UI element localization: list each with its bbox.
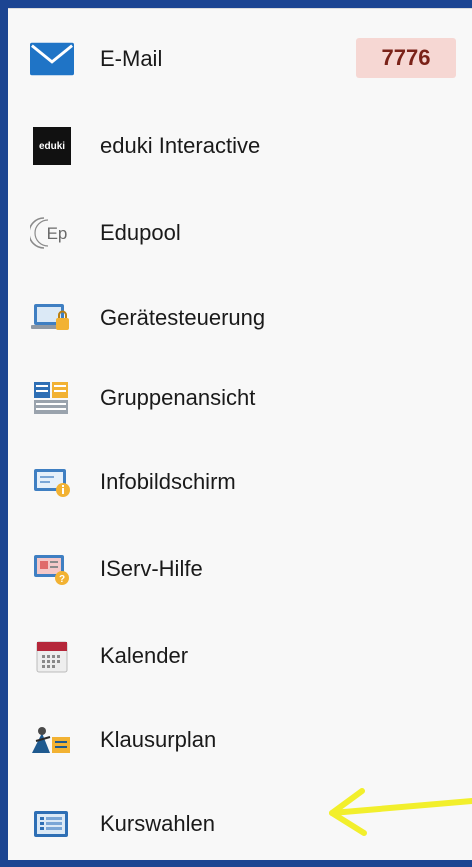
- menu-item-label: Edupool: [100, 220, 181, 245]
- menu-item-label: Klausurplan: [100, 727, 217, 752]
- menu-item-gruppenansicht[interactable]: Gruppenansicht: [8, 368, 472, 428]
- device-control-icon: [30, 296, 74, 340]
- unread-count-badge: 7776: [356, 38, 456, 78]
- exam-plan-icon: [30, 718, 74, 762]
- menu-item-label: E-Mail: [100, 46, 163, 71]
- menu-item-infobildschirm[interactable]: Infobildschirm: [8, 452, 472, 512]
- menu-item-label: Gruppenansicht: [100, 385, 256, 410]
- eduki-logo-icon: eduki: [30, 124, 74, 168]
- menu-item-kalender[interactable]: Kalender: [8, 626, 472, 686]
- mail-icon: [30, 37, 74, 81]
- edupool-logo-icon: Ep: [30, 211, 74, 255]
- help-icon: ?: [30, 547, 74, 591]
- menu-item-label: eduki Interactive: [100, 133, 261, 158]
- yellow-arrow-pointer-icon: [329, 788, 472, 836]
- menu-item-email[interactable]: E-Mail 7776: [8, 29, 472, 89]
- menu-item-label: Infobildschirm: [100, 469, 236, 494]
- app-menu-panel: E-Mail 7776 eduki eduki Interactive Ep E…: [8, 8, 472, 860]
- menu-item-label: Kalender: [100, 643, 189, 668]
- menu-item-klausurplan[interactable]: Klausurplan: [8, 710, 472, 770]
- menu-item-label: Kurswahlen: [100, 811, 215, 836]
- eduki-logo-text: eduki: [39, 141, 65, 152]
- menu-item-iserv-hilfe[interactable]: ? IServ-Hilfe: [8, 539, 472, 599]
- svg-text:?: ?: [59, 574, 65, 585]
- group-view-icon: [30, 376, 74, 420]
- menu-item-edupool[interactable]: Ep Edupool: [8, 203, 472, 263]
- calendar-icon: [30, 634, 74, 678]
- menu-item-eduki-interactive[interactable]: eduki eduki Interactive: [8, 116, 472, 176]
- menu-item-label: IServ-Hilfe: [100, 556, 203, 581]
- menu-item-label: Gerätesteuerung: [100, 305, 266, 330]
- course-selection-icon: [30, 802, 74, 846]
- menu-item-geraetesteuerung[interactable]: Gerätesteuerung: [8, 288, 472, 348]
- info-screen-icon: [30, 460, 74, 504]
- edupool-logo-text: Ep: [47, 224, 68, 243]
